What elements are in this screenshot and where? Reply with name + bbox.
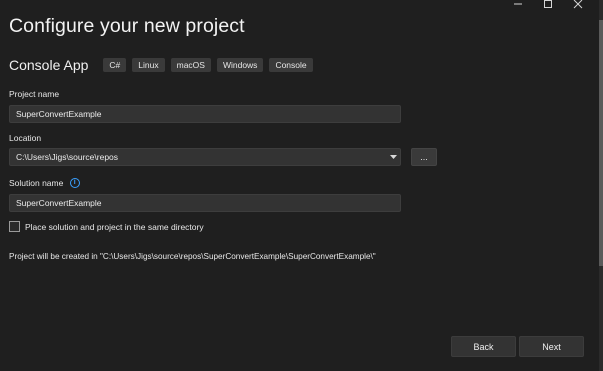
browse-button[interactable]: ... (411, 148, 437, 166)
window-controls (503, 0, 593, 12)
info-icon[interactable]: i (69, 177, 80, 188)
tag-macos: macOS (170, 58, 211, 72)
tag-windows: Windows (216, 58, 264, 72)
same-directory-checkbox[interactable] (9, 221, 20, 232)
location-label: Location (9, 133, 42, 143)
location-combobox[interactable]: C:\Users\Jigs\source\repos (9, 148, 401, 166)
close-icon (573, 0, 583, 9)
template-name: Console App (9, 57, 89, 73)
tag-csharp: C# (103, 58, 127, 72)
close-button[interactable] (563, 0, 593, 12)
solution-name-label-row: Solution name i (9, 177, 80, 189)
solution-name-input[interactable]: SuperConvertExample (9, 194, 401, 212)
tag-console: Console (269, 58, 313, 72)
location-value: C:\Users\Jigs\source\repos (16, 152, 119, 162)
back-button[interactable]: Back (451, 336, 516, 357)
tag-linux: Linux (132, 58, 165, 72)
page-title: Configure your new project (9, 15, 245, 37)
maximize-button[interactable] (533, 0, 563, 12)
same-directory-option[interactable]: Place solution and project in the same d… (9, 221, 204, 232)
minimize-button[interactable] (503, 0, 533, 12)
template-summary: Console App C# Linux macOS Windows Conso… (9, 57, 319, 73)
scrollbar-thumb[interactable] (599, 20, 603, 266)
minimize-icon (514, 3, 522, 5)
next-button[interactable]: Next (519, 336, 584, 357)
chevron-down-icon[interactable] (386, 154, 400, 160)
maximize-icon (544, 0, 552, 8)
solution-name-value: SuperConvertExample (16, 198, 102, 208)
project-name-value: SuperConvertExample (16, 109, 102, 119)
project-name-input[interactable]: SuperConvertExample (9, 105, 401, 123)
solution-name-label: Solution name (9, 178, 64, 188)
project-name-label: Project name (9, 89, 60, 99)
project-path-message: Project will be created in "C:\Users\Jig… (9, 252, 376, 261)
same-directory-label: Place solution and project in the same d… (25, 221, 204, 232)
